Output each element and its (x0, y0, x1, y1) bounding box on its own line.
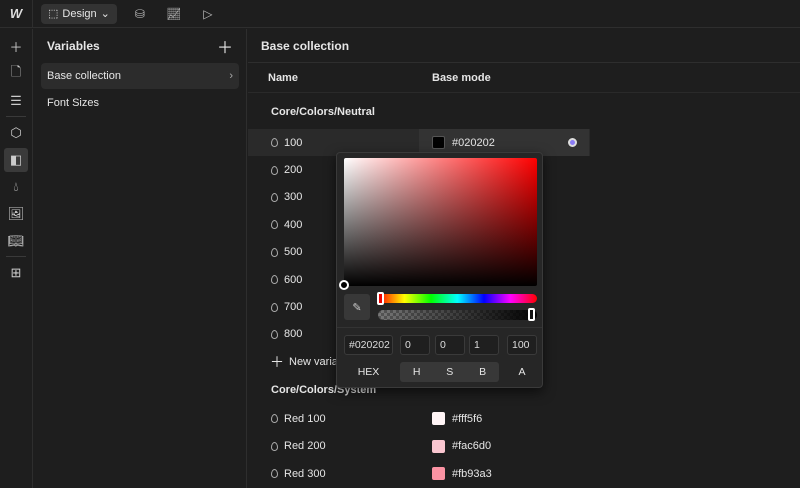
color-drop-icon (271, 414, 278, 424)
cursor-icon: ⬚ (48, 8, 59, 20)
navigator-icon[interactable]: ☰ (4, 89, 28, 113)
alpha-label: A (518, 366, 526, 378)
color-swatch[interactable] (432, 439, 445, 453)
variable-row[interactable]: Red 300 #fb93a3 (248, 460, 800, 487)
color-drop-icon (271, 469, 278, 479)
h-input[interactable]: 0 (400, 335, 430, 355)
collection-font-sizes[interactable]: Font Sizes (41, 90, 239, 116)
top-bar: W ⬚ Design ⌄ ⛁ 📈︎ ▷ (0, 0, 800, 28)
color-swatch[interactable] (432, 412, 445, 426)
color-drop-icon (271, 329, 278, 339)
eyedropper-icon[interactable]: ✎ (344, 294, 370, 320)
hue-handle[interactable] (377, 292, 384, 305)
color-drop-icon (271, 275, 278, 285)
webflow-logo[interactable]: W (0, 0, 33, 28)
left-rail: ＋ 🗋 ☰ ⬡ ◧ 💧︎ 🖼︎ 📖︎ ⊞ (0, 29, 33, 488)
plus-icon[interactable]: ＋ (4, 35, 28, 59)
color-drop-icon (271, 138, 278, 148)
saturation-brightness-area[interactable] (344, 158, 537, 286)
color-drop-icon (271, 192, 278, 202)
color-drop-icon (271, 302, 278, 312)
design-mode-dropdown[interactable]: ⬚ Design ⌄ (41, 3, 117, 24)
hsb-mode-tab[interactable]: HSB (400, 362, 499, 382)
assets-icon[interactable]: 🖼︎ (4, 202, 28, 226)
alpha-slider[interactable] (378, 310, 537, 320)
chart-icon[interactable]: 📈︎ (157, 7, 191, 21)
mode-radio[interactable] (568, 138, 577, 148)
color-swatch[interactable] (432, 136, 445, 150)
color-drop-icon (271, 220, 278, 230)
chevron-right-icon: › (229, 70, 233, 82)
collection-base[interactable]: Base collection › (41, 63, 239, 89)
database-icon[interactable]: ⛁ (123, 7, 157, 21)
color-drop-icon (271, 247, 278, 257)
styles-icon[interactable]: 💧︎ (4, 175, 28, 199)
plus-icon: ＋ (270, 353, 284, 370)
variable-row[interactable]: Red 200 #fac6d0 (248, 433, 800, 460)
hex-mode-tab[interactable]: HEX (344, 362, 393, 382)
hue-slider[interactable] (378, 294, 537, 303)
color-drop-icon (271, 441, 278, 451)
b-input[interactable]: 1 (469, 335, 499, 355)
chevron-down-icon: ⌄ (100, 8, 110, 20)
alpha-handle[interactable] (528, 308, 535, 321)
play-icon[interactable]: ▷ (191, 7, 225, 21)
variables-panel: Variables ＋ Base collection › Font Sizes (34, 29, 247, 488)
table-header: Name Base mode (248, 63, 800, 93)
divider (337, 327, 542, 328)
color-handle[interactable] (339, 280, 349, 290)
divider (6, 116, 26, 117)
apps-icon[interactable]: ⊞ (4, 261, 28, 285)
color-picker-popover: ✎ #020202 0 0 1 100 HEX HSB A (336, 152, 543, 388)
group-heading: Core/Colors/Neutral (271, 106, 375, 118)
divider (6, 256, 26, 257)
variables-icon[interactable]: ◧ (4, 147, 28, 172)
hex-input[interactable]: #020202 (344, 335, 393, 355)
color-swatch[interactable] (432, 467, 445, 481)
add-collection-button[interactable]: ＋ (217, 34, 233, 58)
page-icon[interactable]: 🗋 (4, 62, 28, 86)
panel-title: Variables (47, 39, 100, 53)
component-icon[interactable]: ⬡ (4, 121, 28, 145)
variable-row[interactable]: Red 100 #fff5f6 (248, 405, 800, 432)
s-input[interactable]: 0 (435, 335, 465, 355)
alpha-input[interactable]: 100 (507, 335, 537, 355)
color-drop-icon (271, 165, 278, 175)
library-icon[interactable]: 📖︎ (4, 229, 28, 253)
collection-title: Base collection (248, 29, 800, 63)
